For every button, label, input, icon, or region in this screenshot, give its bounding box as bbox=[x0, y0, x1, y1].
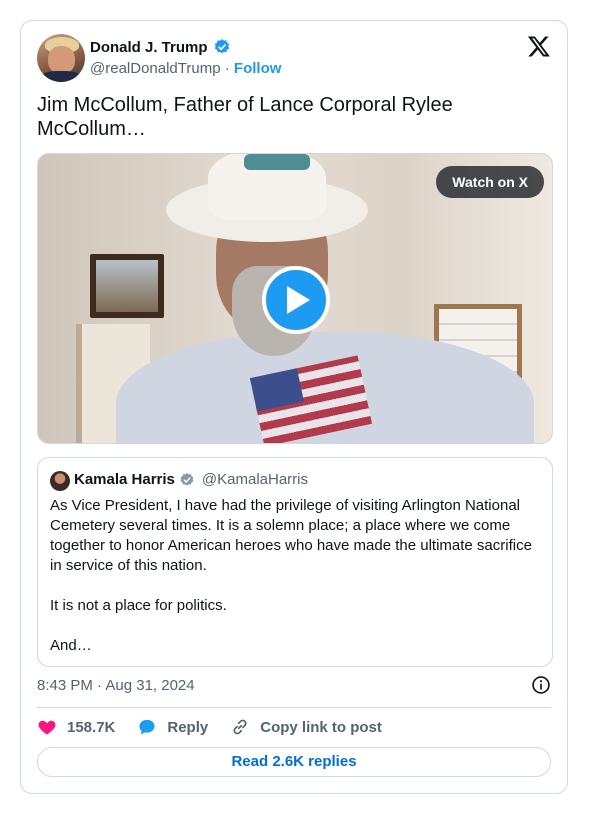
avatar-suit bbox=[39, 71, 83, 82]
video-person-hat-band bbox=[244, 154, 310, 170]
handle-separator: · bbox=[224, 60, 230, 77]
post-actions-bar: 158.7K Reply Copy link to post bbox=[37, 717, 404, 737]
watch-on-x-button[interactable]: Watch on X bbox=[436, 166, 544, 198]
quoted-author-name[interactable]: Kamala Harris bbox=[74, 471, 175, 488]
reply-button[interactable]: Reply bbox=[137, 717, 208, 737]
quoted-author-row: Kamala Harris @KamalaHarris bbox=[74, 471, 308, 488]
reply-bubble-icon bbox=[139, 719, 155, 735]
post-timestamp[interactable]: 8:43 PM · Aug 31, 2024 bbox=[37, 677, 195, 694]
info-icon[interactable] bbox=[531, 675, 551, 695]
play-icon bbox=[287, 286, 310, 314]
quoted-author-handle[interactable]: @KamalaHarris bbox=[202, 471, 308, 488]
verified-badge-icon bbox=[214, 39, 229, 54]
quoted-post-text: As Vice President, I have had the privil… bbox=[50, 497, 532, 654]
reply-label: Reply bbox=[167, 718, 209, 736]
play-button[interactable] bbox=[262, 266, 330, 334]
video-thumbnail[interactable]: Watch on X bbox=[37, 153, 553, 444]
author-handle[interactable]: @realDonaldTrump bbox=[90, 60, 221, 77]
actions-divider bbox=[37, 707, 551, 708]
embedded-post-card: Donald J. Trump @realDonaldTrump · Follo… bbox=[20, 20, 568, 794]
like-button[interactable]: 158.7K bbox=[37, 717, 115, 737]
copy-link-label: Copy link to post bbox=[260, 718, 382, 736]
link-icon bbox=[233, 719, 247, 735]
quoted-post[interactable]: Kamala Harris @KamalaHarris As Vice Pres… bbox=[37, 457, 553, 667]
video-wall-picture-frame bbox=[90, 254, 164, 318]
author-handle-row: @realDonaldTrump · Follow bbox=[90, 60, 281, 77]
read-replies-button[interactable]: Read 2.6K replies bbox=[37, 747, 551, 777]
quoted-author-avatar[interactable] bbox=[50, 471, 70, 491]
like-count: 158.7K bbox=[67, 718, 116, 736]
author-name-row: Donald J. Trump bbox=[90, 38, 231, 56]
heart-icon bbox=[38, 720, 56, 735]
author-avatar[interactable] bbox=[37, 34, 85, 82]
copy-link-button[interactable]: Copy link to post bbox=[230, 717, 382, 737]
author-name[interactable]: Donald J. Trump bbox=[90, 39, 208, 56]
x-logo-icon[interactable] bbox=[527, 34, 551, 58]
avatar-face bbox=[48, 46, 75, 74]
quoted-verified-badge-icon bbox=[180, 472, 194, 486]
post-text: Jim McCollum, Father of Lance Corporal R… bbox=[37, 94, 453, 140]
follow-button[interactable]: Follow bbox=[234, 60, 282, 77]
